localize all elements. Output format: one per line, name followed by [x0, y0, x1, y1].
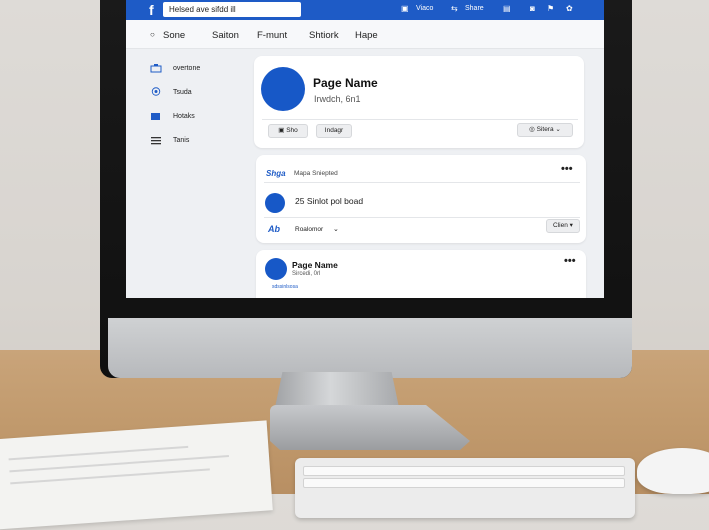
- list-icon: [151, 137, 161, 145]
- screen: f Helsed ave sifdd ill ▣ Viaco ⇆ Share ▤…: [126, 0, 604, 298]
- footer-label[interactable]: Roalomor: [295, 226, 323, 233]
- notifications-icon[interactable]: ⚑: [547, 5, 556, 13]
- post-header-label: Shga: [266, 169, 286, 178]
- topbar-item-video[interactable]: Viaco: [416, 5, 433, 12]
- overview-icon: [150, 64, 162, 73]
- hotaks-icon: [151, 113, 160, 120]
- sidebar-item-overview[interactable]: overtone: [173, 65, 200, 72]
- sidebar-item-tanis[interactable]: Tanis: [173, 137, 189, 144]
- nav-item-home[interactable]: Sone: [163, 30, 185, 41]
- keyboard: [295, 458, 635, 518]
- nav-bar: ○ Sone Saiton F-munt Shtiork Hape: [126, 20, 604, 49]
- monitor-chin: [108, 318, 632, 378]
- divider: [262, 119, 578, 120]
- avatar[interactable]: [261, 67, 305, 111]
- tasks-icon: [151, 87, 161, 96]
- eye-icon: ◎: [529, 126, 537, 133]
- post-card: Shga Mapa Sniepted ••• 25 Sinlot pol boa…: [256, 155, 586, 243]
- share-icon[interactable]: ⇆: [451, 5, 460, 13]
- footer-chevron-icon[interactable]: ⌄: [333, 225, 339, 233]
- logo-icon[interactable]: f: [149, 3, 154, 17]
- post-link[interactable]: sdssinlsosa: [272, 284, 298, 290]
- nav-item-shtiork[interactable]: Shtiork: [309, 30, 339, 41]
- messages-icon[interactable]: ▤: [503, 5, 512, 13]
- topbar-item-share[interactable]: Share: [465, 5, 484, 12]
- nav-item-hape[interactable]: Hape: [355, 30, 378, 41]
- post-author-subtitle: Sircedi, 0rl: [292, 271, 321, 277]
- search-input[interactable]: Helsed ave sifdd ill: [163, 2, 301, 17]
- nav-item-fmunt[interactable]: F-munt: [257, 30, 287, 41]
- sidebar-item-hotaks[interactable]: Hotaks: [173, 113, 195, 120]
- avatar[interactable]: [265, 258, 287, 280]
- post-icon[interactable]: [265, 193, 285, 213]
- camera-icon: ▣: [278, 127, 287, 134]
- sitera-dropdown[interactable]: ◎ Sitera ⌄: [517, 123, 573, 137]
- divider: [264, 182, 580, 183]
- clien-button[interactable]: Clien ▾: [546, 219, 580, 233]
- lock-icon[interactable]: ◙: [530, 5, 539, 13]
- settings-icon[interactable]: ✿: [566, 5, 575, 13]
- indagr-button[interactable]: Indagr: [316, 124, 352, 138]
- post-body-text: 25 Sinlot pol boad: [295, 196, 364, 206]
- home-icon[interactable]: ○: [150, 31, 159, 39]
- post-header-text: Mapa Sniepted: [294, 170, 338, 177]
- divider: [264, 217, 580, 218]
- more-options-icon[interactable]: •••: [561, 163, 573, 175]
- sidebar-item-tasks[interactable]: Tsuda: [173, 89, 192, 96]
- more-options-icon[interactable]: •••: [564, 255, 576, 267]
- page-title: Page Name: [313, 76, 378, 90]
- paper-sheet: [0, 420, 273, 530]
- page-subtitle: Irwdch, 6n1: [314, 94, 361, 104]
- footer-logo-icon: Ab: [268, 224, 280, 234]
- video-icon[interactable]: ▣: [401, 5, 410, 13]
- mouse: [637, 448, 709, 494]
- chevron-down-icon: ⌄: [553, 126, 561, 133]
- top-bar: f Helsed ave sifdd ill ▣ Viaco ⇆ Share ▤…: [126, 0, 604, 20]
- profile-card: Page Name Irwdch, 6n1 ▣ Sho Indagr ◎ Sit…: [254, 56, 584, 148]
- post-card-2: Page Name Sircedi, 0rl ••• sdssinlsosa: [256, 250, 586, 298]
- show-button[interactable]: ▣ Sho: [268, 124, 308, 138]
- post-author-name: Page Name: [292, 260, 338, 270]
- nav-item-section[interactable]: Saiton: [212, 30, 239, 41]
